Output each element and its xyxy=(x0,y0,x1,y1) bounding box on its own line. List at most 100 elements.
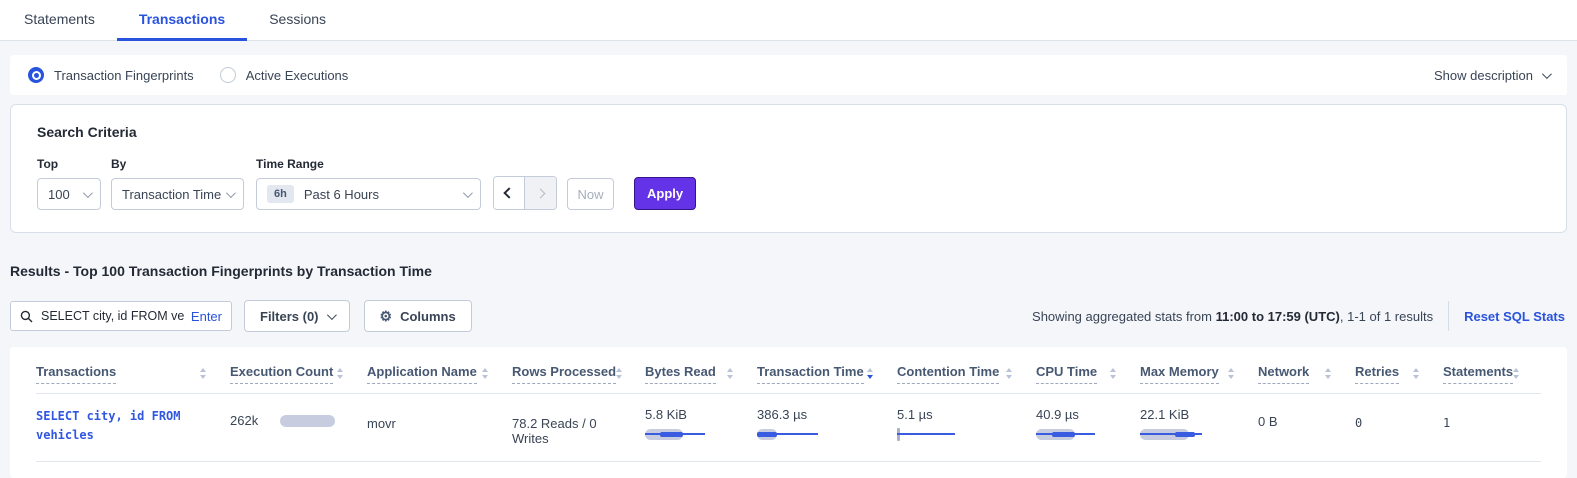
time-range-badge: 6h xyxy=(267,185,294,203)
cell-rows-processed: 78.2 Reads / 0 Writes xyxy=(512,416,645,446)
results-heading: Results - Top 100 Transaction Fingerprin… xyxy=(10,263,1577,279)
chevron-down-icon xyxy=(463,188,473,198)
column-header-retries[interactable]: Retries xyxy=(1355,364,1443,384)
stats-area: Showing aggregated stats from 11:00 to 1… xyxy=(1032,301,1567,331)
results-table-card: Transactions Execution Count Application… xyxy=(10,347,1567,478)
column-header-network[interactable]: Network xyxy=(1258,364,1355,384)
column-header-transaction-time[interactable]: Transaction Time xyxy=(757,364,897,384)
sort-icon xyxy=(482,368,488,379)
column-header-transactions[interactable]: Transactions xyxy=(36,364,230,384)
chevron-down-icon xyxy=(226,188,236,198)
reset-sql-stats-link[interactable]: Reset SQL Stats xyxy=(1464,309,1567,324)
aggregated-stats-text: Showing aggregated stats from 11:00 to 1… xyxy=(1032,309,1433,324)
tab-sessions[interactable]: Sessions xyxy=(247,0,348,41)
search-icon xyxy=(20,310,33,323)
cell-cpu-time: 40.9 µs xyxy=(1036,407,1140,446)
cpu-time-bar xyxy=(1036,429,1128,441)
sort-icon-active-desc xyxy=(867,368,873,379)
radio-transaction-fingerprints[interactable]: Transaction Fingerprints xyxy=(28,67,194,83)
time-next-button-disabled[interactable] xyxy=(525,177,556,209)
cell-retries: 0 xyxy=(1355,416,1443,446)
radio-active-executions[interactable]: Active Executions xyxy=(220,67,349,83)
cell-transaction-fingerprint[interactable]: SELECT city, id FROMvehicles xyxy=(36,407,230,446)
sort-icon xyxy=(1413,368,1419,379)
by-select[interactable]: Transaction Time xyxy=(111,178,244,210)
search-criteria-title: Search Criteria xyxy=(37,124,1540,140)
chevron-down-icon xyxy=(83,188,93,198)
apply-button-label: Apply xyxy=(647,186,683,201)
chevron-down-icon xyxy=(1542,69,1552,79)
max-memory-value: 22.1 KiB xyxy=(1140,407,1189,422)
cell-contention-time: 5.1 µs xyxy=(897,407,1036,446)
cell-bytes-read: 5.8 KiB xyxy=(645,407,757,446)
by-label: By xyxy=(111,157,256,171)
time-range-select[interactable]: 6h Past 6 Hours xyxy=(256,178,481,210)
radio-label: Transaction Fingerprints xyxy=(54,68,194,83)
sort-icon xyxy=(1006,368,1012,379)
tab-statements[interactable]: Statements xyxy=(2,0,117,41)
search-criteria-card: Search Criteria Top 100 By Transaction T… xyxy=(10,104,1567,233)
now-button-label: Now xyxy=(577,187,603,202)
filters-button[interactable]: Filters (0) xyxy=(244,300,350,332)
execution-count-value: 262k xyxy=(230,413,258,428)
columns-button[interactable]: ⚙ Columns xyxy=(364,300,472,332)
cell-network: 0 B xyxy=(1258,414,1355,446)
results-toolbar: SELECT city, id FROM vehicles W Enter Fi… xyxy=(10,300,1567,332)
column-header-rows-processed[interactable]: Rows Processed xyxy=(512,364,645,384)
cell-statements: 1 xyxy=(1443,416,1541,446)
column-header-contention-time[interactable]: Contention Time xyxy=(897,364,1036,384)
column-header-bytes-read[interactable]: Bytes Read xyxy=(645,364,757,384)
top-select[interactable]: 100 xyxy=(37,178,101,210)
gear-icon: ⚙ xyxy=(380,309,393,323)
contention-time-value: 5.1 µs xyxy=(897,407,933,422)
time-prev-button[interactable] xyxy=(494,177,525,209)
bytes-read-bar xyxy=(645,429,745,441)
table-row: SELECT city, id FROMvehicles 262k movr 7… xyxy=(36,394,1541,462)
column-header-max-memory[interactable]: Max Memory xyxy=(1140,364,1258,384)
cell-max-memory: 22.1 KiB xyxy=(1140,407,1258,446)
columns-button-label: Columns xyxy=(400,309,456,324)
sort-icon xyxy=(200,368,206,379)
top-label: Top xyxy=(37,157,111,171)
search-enter-button[interactable]: Enter xyxy=(191,309,222,324)
cell-execution-count: 262k xyxy=(230,407,367,446)
column-header-application-name[interactable]: Application Name xyxy=(367,364,512,384)
sort-icon xyxy=(616,368,622,379)
apply-button[interactable]: Apply xyxy=(634,177,696,210)
cell-application-name: movr xyxy=(367,416,512,446)
sort-icon xyxy=(1110,368,1116,379)
now-button[interactable]: Now xyxy=(567,178,614,210)
contention-time-bar xyxy=(897,429,1024,441)
vertical-divider xyxy=(1448,301,1449,331)
show-description-toggle[interactable]: Show description xyxy=(1434,68,1549,83)
sort-icon xyxy=(1513,368,1519,379)
column-header-statements[interactable]: Statements xyxy=(1443,364,1543,384)
chevron-down-icon xyxy=(326,310,336,320)
cell-transaction-time: 386.3 µs xyxy=(757,407,897,446)
transaction-time-bar xyxy=(757,429,885,441)
filters-button-label: Filters (0) xyxy=(260,309,319,324)
sort-icon xyxy=(1228,368,1234,379)
bytes-read-value: 5.8 KiB xyxy=(645,407,687,422)
max-memory-bar xyxy=(1140,429,1246,441)
by-select-value: Transaction Time xyxy=(122,187,221,202)
radio-selected-icon xyxy=(28,67,44,83)
radio-unselected-icon xyxy=(220,67,236,83)
view-toggle-panel: Transaction Fingerprints Active Executio… xyxy=(10,55,1567,95)
tab-bar: Statements Transactions Sessions xyxy=(0,0,1577,41)
cpu-time-value: 40.9 µs xyxy=(1036,407,1079,422)
chevron-left-icon xyxy=(503,187,514,198)
top-select-value: 100 xyxy=(48,187,70,202)
search-input[interactable]: SELECT city, id FROM vehicles W Enter xyxy=(10,301,232,331)
radio-label: Active Executions xyxy=(246,68,349,83)
transaction-time-value: 386.3 µs xyxy=(757,407,807,422)
column-header-execution-count[interactable]: Execution Count xyxy=(230,364,367,384)
chevron-right-icon xyxy=(536,188,546,198)
time-range-label: Time Range xyxy=(256,157,481,171)
column-header-cpu-time[interactable]: CPU Time xyxy=(1036,364,1140,384)
search-input-value: SELECT city, id FROM vehicles W xyxy=(41,309,185,323)
sort-icon xyxy=(727,368,733,379)
show-description-label: Show description xyxy=(1434,68,1533,83)
time-range-value: Past 6 Hours xyxy=(304,187,379,202)
tab-transactions[interactable]: Transactions xyxy=(117,0,247,41)
